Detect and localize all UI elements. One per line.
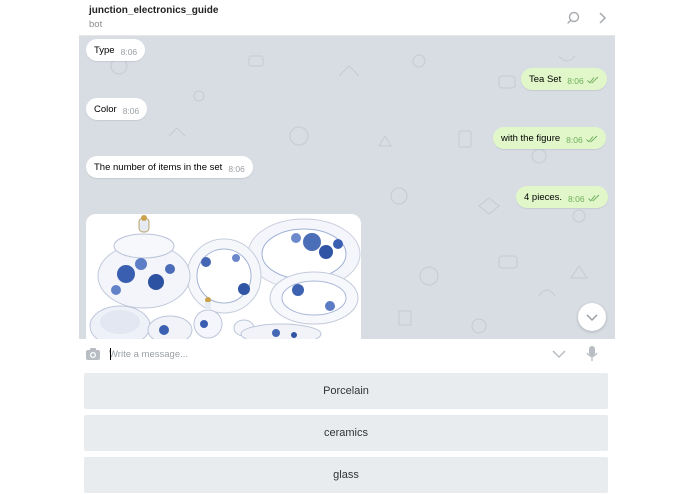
text-cursor — [110, 348, 111, 360]
message-text: The number of items in the set — [94, 162, 223, 173]
keyboard-button-ceramics[interactable]: ceramics — [84, 415, 608, 451]
scroll-down-button[interactable] — [578, 303, 606, 331]
keyboard-button-porcelain[interactable]: Porcelain — [84, 373, 608, 409]
chevron-down-icon — [586, 314, 598, 322]
keyboard-button-glass[interactable]: glass — [84, 457, 608, 493]
outgoing-message[interactable]: 4 pieces. 8:06 — [516, 186, 608, 208]
message-history[interactable]: Type 8:06 Tea Set 8:06 Color 8:06 with the … — [79, 36, 615, 339]
outgoing-message[interactable]: with the figure 8:06 — [493, 127, 606, 149]
incoming-message[interactable]: Type 8:06 — [86, 39, 146, 61]
chevron-down-icon[interactable] — [551, 347, 567, 361]
incoming-message[interactable]: The number of items in the set 8:06 — [86, 156, 253, 178]
message-text: Tea Set — [529, 74, 562, 85]
message-time: 8:06 — [568, 194, 585, 204]
read-ticks-icon — [586, 71, 599, 93]
chat-header: junction_electronics_guide bot — [79, 0, 615, 36]
read-ticks-icon — [585, 130, 598, 152]
message-time: 8:06 — [120, 47, 138, 57]
message-text: with the figure — [501, 133, 561, 144]
read-ticks-icon — [587, 189, 600, 211]
telegram-window: junction_electronics_guide bot Type 8:06 … — [79, 0, 615, 494]
porcelain-tea-set-image — [86, 214, 361, 339]
incoming-message[interactable]: Color 8:06 — [86, 98, 148, 120]
message-text: Type — [94, 45, 115, 56]
chevron-right-icon[interactable] — [593, 9, 611, 27]
message-time: 8:06 — [228, 164, 245, 174]
chat-subtitle: bot — [89, 19, 103, 30]
search-icon[interactable] — [566, 9, 584, 27]
chat-title[interactable]: junction_electronics_guide — [89, 5, 218, 16]
microphone-icon[interactable] — [586, 345, 598, 363]
message-time: 8:06 — [566, 135, 583, 145]
message-text: Color — [94, 104, 117, 115]
outgoing-message[interactable]: Tea Set 8:06 — [521, 68, 607, 90]
message-text: 4 pieces. — [524, 192, 563, 203]
message-time: 8:06 — [567, 76, 584, 86]
message-composer — [79, 339, 615, 369]
camera-icon[interactable] — [85, 347, 101, 361]
photo-message[interactable] — [86, 214, 361, 339]
message-time: 8:06 — [122, 106, 140, 116]
message-input[interactable] — [109, 346, 539, 362]
